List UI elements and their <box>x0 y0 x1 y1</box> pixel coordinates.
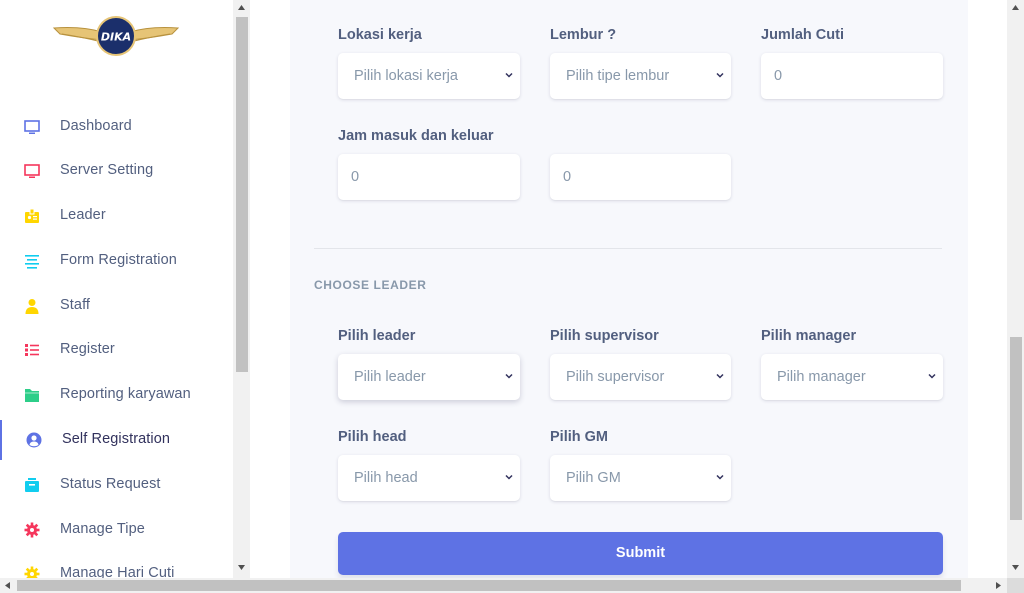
jam-masuk-keluar-label: Jam masuk dan keluar <box>338 128 494 144</box>
archive-icon <box>25 478 39 492</box>
lokasi-kerja-label: Lokasi kerja <box>338 27 422 43</box>
jam-keluar-value: 0 <box>563 169 572 185</box>
page-vertical-scrollbar-thumb[interactable] <box>1010 337 1022 520</box>
sidebar-item-label: Register <box>60 341 115 357</box>
scrollbar-corner <box>1007 578 1024 593</box>
chevron-down-icon <box>505 72 513 78</box>
sidebar-item-reporting-karyawan[interactable]: Reporting karyawan <box>0 375 233 415</box>
sidebar-item-register[interactable]: Register <box>0 330 233 370</box>
scroll-up-arrow-icon[interactable] <box>1011 4 1020 11</box>
dika-logo[interactable]: DIKA <box>52 14 180 58</box>
leader-value: Pilih leader <box>354 369 426 385</box>
chevron-down-icon <box>716 72 724 78</box>
gear-icon <box>24 522 40 538</box>
jumlah-cuti-label: Jumlah Cuti <box>761 27 844 43</box>
sidebar-item-label: Form Registration <box>60 252 177 268</box>
scroll-left-arrow-icon[interactable] <box>4 581 11 590</box>
jumlah-cuti-value: 0 <box>774 68 783 84</box>
chevron-down-icon <box>716 373 724 379</box>
jam-masuk-value: 0 <box>351 169 360 185</box>
sidebar-item-status-request[interactable]: Status Request <box>0 465 233 505</box>
chevron-down-icon <box>505 373 513 379</box>
section-divider <box>314 248 942 249</box>
sidebar-item-label: Manage Tipe <box>60 521 145 537</box>
sidebar-scrollbar-thumb[interactable] <box>236 17 248 372</box>
jam-masuk-input[interactable]: 0 <box>338 154 520 200</box>
head-value: Pilih head <box>354 470 418 486</box>
head-label: Pilih head <box>338 429 407 445</box>
user-circle-icon <box>26 432 42 448</box>
sidebar: DIKA Dashboard Server Setting Leader For… <box>0 0 233 578</box>
sidebar-item-manage-hari-cuti[interactable]: Manage Hari Cuti <box>0 554 233 578</box>
jumlah-cuti-input[interactable]: 0 <box>761 53 943 99</box>
lembur-value: Pilih tipe lembur <box>566 68 670 84</box>
lokasi-kerja-select[interactable]: Pilih lokasi kerja <box>338 53 520 99</box>
leader-select[interactable]: Pilih leader <box>338 354 520 400</box>
lembur-label: Lembur ? <box>550 27 617 43</box>
manager-value: Pilih manager <box>777 369 866 385</box>
lembur-select[interactable]: Pilih tipe lembur <box>550 53 731 99</box>
gear-icon <box>24 566 40 578</box>
sidebar-item-label: Status Request <box>60 476 161 492</box>
sidebar-item-staff[interactable]: Staff <box>0 286 233 326</box>
sidebar-item-label: Leader <box>60 207 106 223</box>
sidebar-item-label: Self Registration <box>62 431 171 447</box>
manager-label: Pilih manager <box>761 328 857 344</box>
lokasi-kerja-value: Pilih lokasi kerja <box>354 68 458 84</box>
scroll-down-arrow-icon[interactable] <box>1011 564 1020 571</box>
sidebar-item-label: Manage Hari Cuti <box>60 565 175 578</box>
monitor-icon <box>24 120 40 134</box>
chevron-down-icon <box>716 474 724 480</box>
sidebar-item-self-registration[interactable]: Self Registration <box>0 420 233 460</box>
sidebar-item-manage-tipe[interactable]: Manage Tipe <box>0 510 233 550</box>
scroll-down-arrow-icon[interactable] <box>237 564 246 571</box>
sidebar-item-form-registration[interactable]: Form Registration <box>0 241 233 281</box>
folder-icon <box>25 389 39 402</box>
user-icon <box>25 299 39 314</box>
manager-select[interactable]: Pilih manager <box>761 354 943 400</box>
align-center-icon <box>25 255 39 269</box>
submit-button[interactable]: Submit <box>338 532 943 575</box>
gm-value: Pilih GM <box>566 470 621 486</box>
sidebar-item-label: Dashboard <box>60 118 132 134</box>
sidebar-item-dashboard[interactable]: Dashboard <box>0 107 233 147</box>
gm-select[interactable]: Pilih GM <box>550 455 731 501</box>
scroll-up-arrow-icon[interactable] <box>237 4 246 11</box>
head-select[interactable]: Pilih head <box>338 455 520 501</box>
badge-icon <box>25 208 39 223</box>
list-icon <box>25 344 39 356</box>
monitor-icon <box>24 164 40 178</box>
chevron-down-icon <box>505 474 513 480</box>
sidebar-item-label: Reporting karyawan <box>60 386 191 402</box>
scroll-right-arrow-icon[interactable] <box>995 581 1002 590</box>
chevron-down-icon <box>928 373 936 379</box>
page-horizontal-scrollbar-thumb[interactable] <box>17 580 961 591</box>
sidebar-item-label: Server Setting <box>60 162 154 178</box>
supervisor-select[interactable]: Pilih supervisor <box>550 354 731 400</box>
sidebar-item-server-setting[interactable]: Server Setting <box>0 151 233 191</box>
choose-leader-heading: CHOOSE LEADER <box>314 278 427 292</box>
jam-keluar-input[interactable]: 0 <box>550 154 731 200</box>
supervisor-label: Pilih supervisor <box>550 328 659 344</box>
leader-label: Pilih leader <box>338 328 416 344</box>
logo-text: DIKA <box>101 31 131 44</box>
gm-label: Pilih GM <box>550 429 608 445</box>
sidebar-item-label: Staff <box>60 297 91 313</box>
supervisor-value: Pilih supervisor <box>566 369 665 385</box>
sidebar-item-leader[interactable]: Leader <box>0 196 233 236</box>
